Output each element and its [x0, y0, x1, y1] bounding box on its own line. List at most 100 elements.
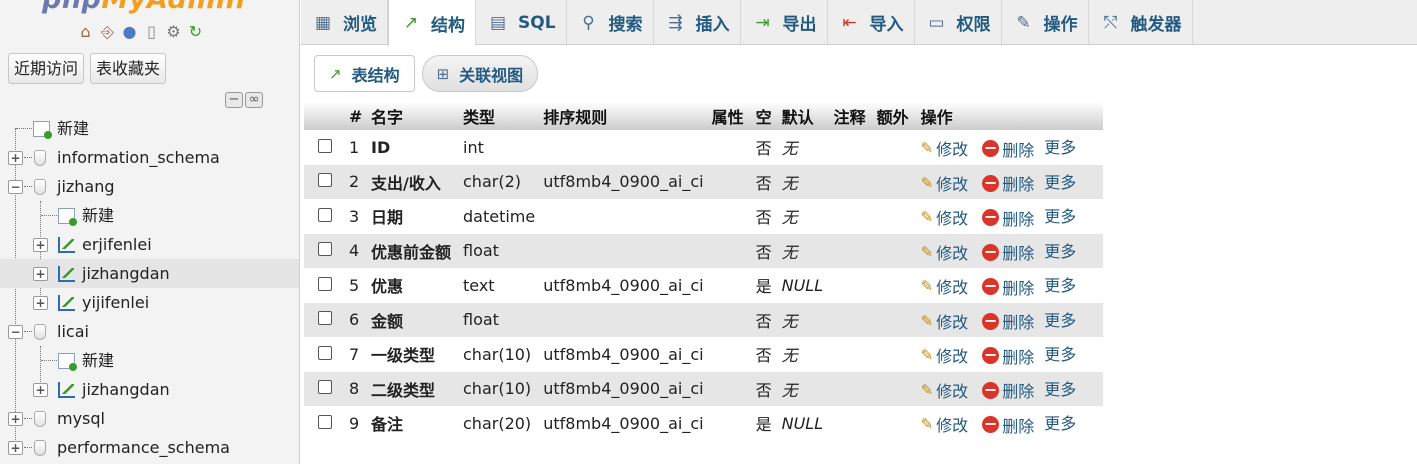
table-row[interactable]: 8 二级类型 char(10) utf8mb4_0900_ai_ci 否无 ✎ 修改 − 删除更…	[304, 371, 1103, 406]
drop-link[interactable]: − 删除	[982, 309, 1034, 333]
row-checkbox[interactable]	[318, 242, 332, 257]
header-type[interactable]: 类型	[459, 102, 540, 130]
table-row[interactable]: 7 一级类型 char(10) utf8mb4_0900_ai_ci 否无 ✎ 修改 − 删除更…	[304, 337, 1103, 372]
row-num: 3	[345, 199, 367, 234]
expand-icon[interactable]: +	[33, 267, 48, 281]
change-link[interactable]: ✎ 修改	[921, 343, 969, 367]
tab-privileges[interactable]: ▭ 权限	[915, 0, 1002, 45]
table-structure-button[interactable]: ↗ 表结构	[314, 55, 415, 92]
tab-import[interactable]: ⇤ 导入	[828, 0, 915, 45]
header-attributes[interactable]: 属性	[707, 102, 752, 130]
collapse-icon[interactable]: −	[8, 180, 23, 194]
tab-browse[interactable]: ▦ 浏览	[301, 0, 388, 45]
tab-operations[interactable]: ✎ 操作	[1002, 0, 1089, 45]
tree-item-mysql[interactable]: + mysql	[0, 404, 299, 433]
table-row[interactable]: 1 ID int 否无 ✎ 修改 − 删除 更多	[304, 130, 1103, 165]
more-dropdown[interactable]: 更多	[1044, 376, 1076, 400]
drop-link[interactable]: − 删除	[982, 378, 1034, 402]
more-dropdown[interactable]: 更多	[1044, 203, 1076, 227]
change-link[interactable]: ✎ 修改	[921, 240, 969, 264]
table-row[interactable]: 6 金额 float 否无 ✎ 修改 − 删除 更多	[304, 302, 1103, 337]
more-dropdown[interactable]: 更多	[1044, 134, 1076, 158]
settings-icon[interactable]: ⚙	[164, 22, 183, 42]
header-comments[interactable]: 注释	[829, 102, 873, 130]
tree-item-jizhang[interactable]: − jizhang	[0, 172, 299, 201]
tree-item-information-schema[interactable]: + information_schema	[0, 143, 299, 172]
drop-link[interactable]: − 删除	[982, 344, 1034, 368]
expand-icon[interactable]: +	[33, 238, 48, 252]
tree-item-licai-jizhangdan[interactable]: + jizhangdan	[0, 375, 299, 404]
tree-item-erjifenlei[interactable]: + erjifenlei	[0, 230, 299, 259]
more-dropdown[interactable]: 更多	[1044, 410, 1076, 434]
collapse-all-icon[interactable]: −	[225, 92, 243, 108]
row-checkbox[interactable]	[318, 276, 332, 291]
relation-view-button[interactable]: ⊞ 关联视图	[421, 55, 539, 92]
favorite-tables-button[interactable]: 表收藏夹	[90, 53, 167, 84]
collapse-icon[interactable]: −	[8, 325, 23, 339]
exit-icon[interactable]: ⎆	[98, 22, 117, 42]
link-with-main-icon[interactable]: ∞	[245, 92, 263, 108]
expand-icon[interactable]: +	[33, 383, 48, 397]
row-checkbox[interactable]	[318, 173, 332, 188]
home-icon[interactable]: ⌂	[76, 22, 95, 42]
change-link[interactable]: ✎ 修改	[921, 136, 969, 160]
header-name[interactable]: 名字	[367, 102, 459, 130]
change-link[interactable]: ✎ 修改	[921, 378, 969, 402]
expand-icon[interactable]: +	[8, 441, 23, 455]
recent-tables-button[interactable]: 近期访问	[8, 53, 85, 84]
more-dropdown[interactable]: 更多	[1044, 341, 1076, 365]
table-row[interactable]: 5 优惠 text utf8mb4_0900_ai_ci 是 NULL ✎ 修改 − 删除 更多	[304, 268, 1103, 303]
phpmyadmin-logo[interactable]: phpMyAdmin	[42, 0, 245, 15]
help-icon[interactable]: ●	[120, 22, 139, 42]
tree-item-performance-schema[interactable]: + performance_schema	[0, 433, 299, 462]
tree-item-licai[interactable]: − licai	[0, 317, 299, 346]
row-checkbox[interactable]	[318, 345, 332, 360]
more-dropdown[interactable]: 更多	[1044, 169, 1076, 193]
header-null[interactable]: 空	[751, 102, 778, 130]
row-actions: ✎ 修改 − 删除 更多	[916, 337, 1103, 372]
pencil-icon: ✎	[920, 346, 934, 364]
tab-triggers[interactable]: ⤲ 触发器	[1089, 0, 1193, 45]
tree-item-licai-new-table[interactable]: 新建	[0, 346, 299, 375]
header-extra[interactable]: 额外	[872, 102, 917, 130]
drop-link[interactable]: − 删除	[982, 413, 1034, 437]
tab-export[interactable]: ⇥ 导出	[741, 0, 828, 45]
expand-icon[interactable]: +	[8, 412, 23, 426]
change-link[interactable]: ✎ 修改	[921, 171, 969, 195]
tree-item-yijifenlei[interactable]: + yijifenlei	[0, 288, 299, 317]
row-checkbox[interactable]	[318, 414, 332, 429]
change-link[interactable]: ✎ 修改	[921, 274, 969, 298]
drop-link[interactable]: − 删除	[982, 240, 1034, 264]
table-row[interactable]: 4 优惠前金额 float 否无 ✎ 修改 − 删除 更多	[304, 233, 1103, 268]
expand-icon[interactable]: +	[8, 151, 23, 165]
more-dropdown[interactable]: 更多	[1044, 238, 1076, 262]
drop-link[interactable]: − 删除	[982, 171, 1034, 195]
drop-link[interactable]: − 删除	[982, 275, 1034, 299]
row-checkbox[interactable]	[318, 207, 332, 222]
tree-item-new-database[interactable]: 新建	[0, 114, 299, 143]
change-link[interactable]: ✎ 修改	[921, 309, 969, 333]
tab-sql[interactable]: ▤ SQL	[476, 0, 567, 45]
expand-icon[interactable]: +	[33, 296, 48, 310]
change-link[interactable]: ✎ 修改	[921, 412, 969, 436]
more-dropdown[interactable]: 更多	[1044, 307, 1076, 331]
docs-icon[interactable]: ▯	[142, 22, 161, 42]
drop-link[interactable]: − 删除	[982, 206, 1034, 230]
reload-icon[interactable]: ↻	[186, 22, 205, 42]
row-checkbox[interactable]	[318, 138, 332, 153]
more-dropdown[interactable]: 更多	[1044, 272, 1076, 296]
row-checkbox[interactable]	[318, 311, 332, 326]
change-link[interactable]: ✎ 修改	[921, 205, 969, 229]
tab-structure[interactable]: ↗ 结构	[388, 0, 476, 46]
header-collation[interactable]: 排序规则	[539, 102, 708, 130]
tree-item-jizhang-new-table[interactable]: 新建	[0, 201, 299, 230]
header-default[interactable]: 默认	[777, 102, 830, 130]
tree-item-jizhangdan[interactable]: + jizhangdan	[0, 259, 299, 288]
tab-insert[interactable]: ⇶ 插入	[654, 0, 741, 45]
drop-link[interactable]: − 删除	[982, 137, 1034, 161]
table-row[interactable]: 3 日期 datetime 否无 ✎ 修改 − 删除 更多	[304, 199, 1103, 234]
table-row[interactable]: 2 支出/收入 char(2) utf8mb4_0900_ai_ci 否无 ✎ 修改 − 删除更…	[304, 164, 1103, 199]
tab-search[interactable]: ⚲ 搜索	[567, 0, 654, 45]
row-checkbox[interactable]	[318, 380, 332, 395]
table-row[interactable]: 9 备注 char(20) utf8mb4_0900_ai_ci 是 NULL ✎ 修改 − 删除…	[304, 406, 1103, 441]
